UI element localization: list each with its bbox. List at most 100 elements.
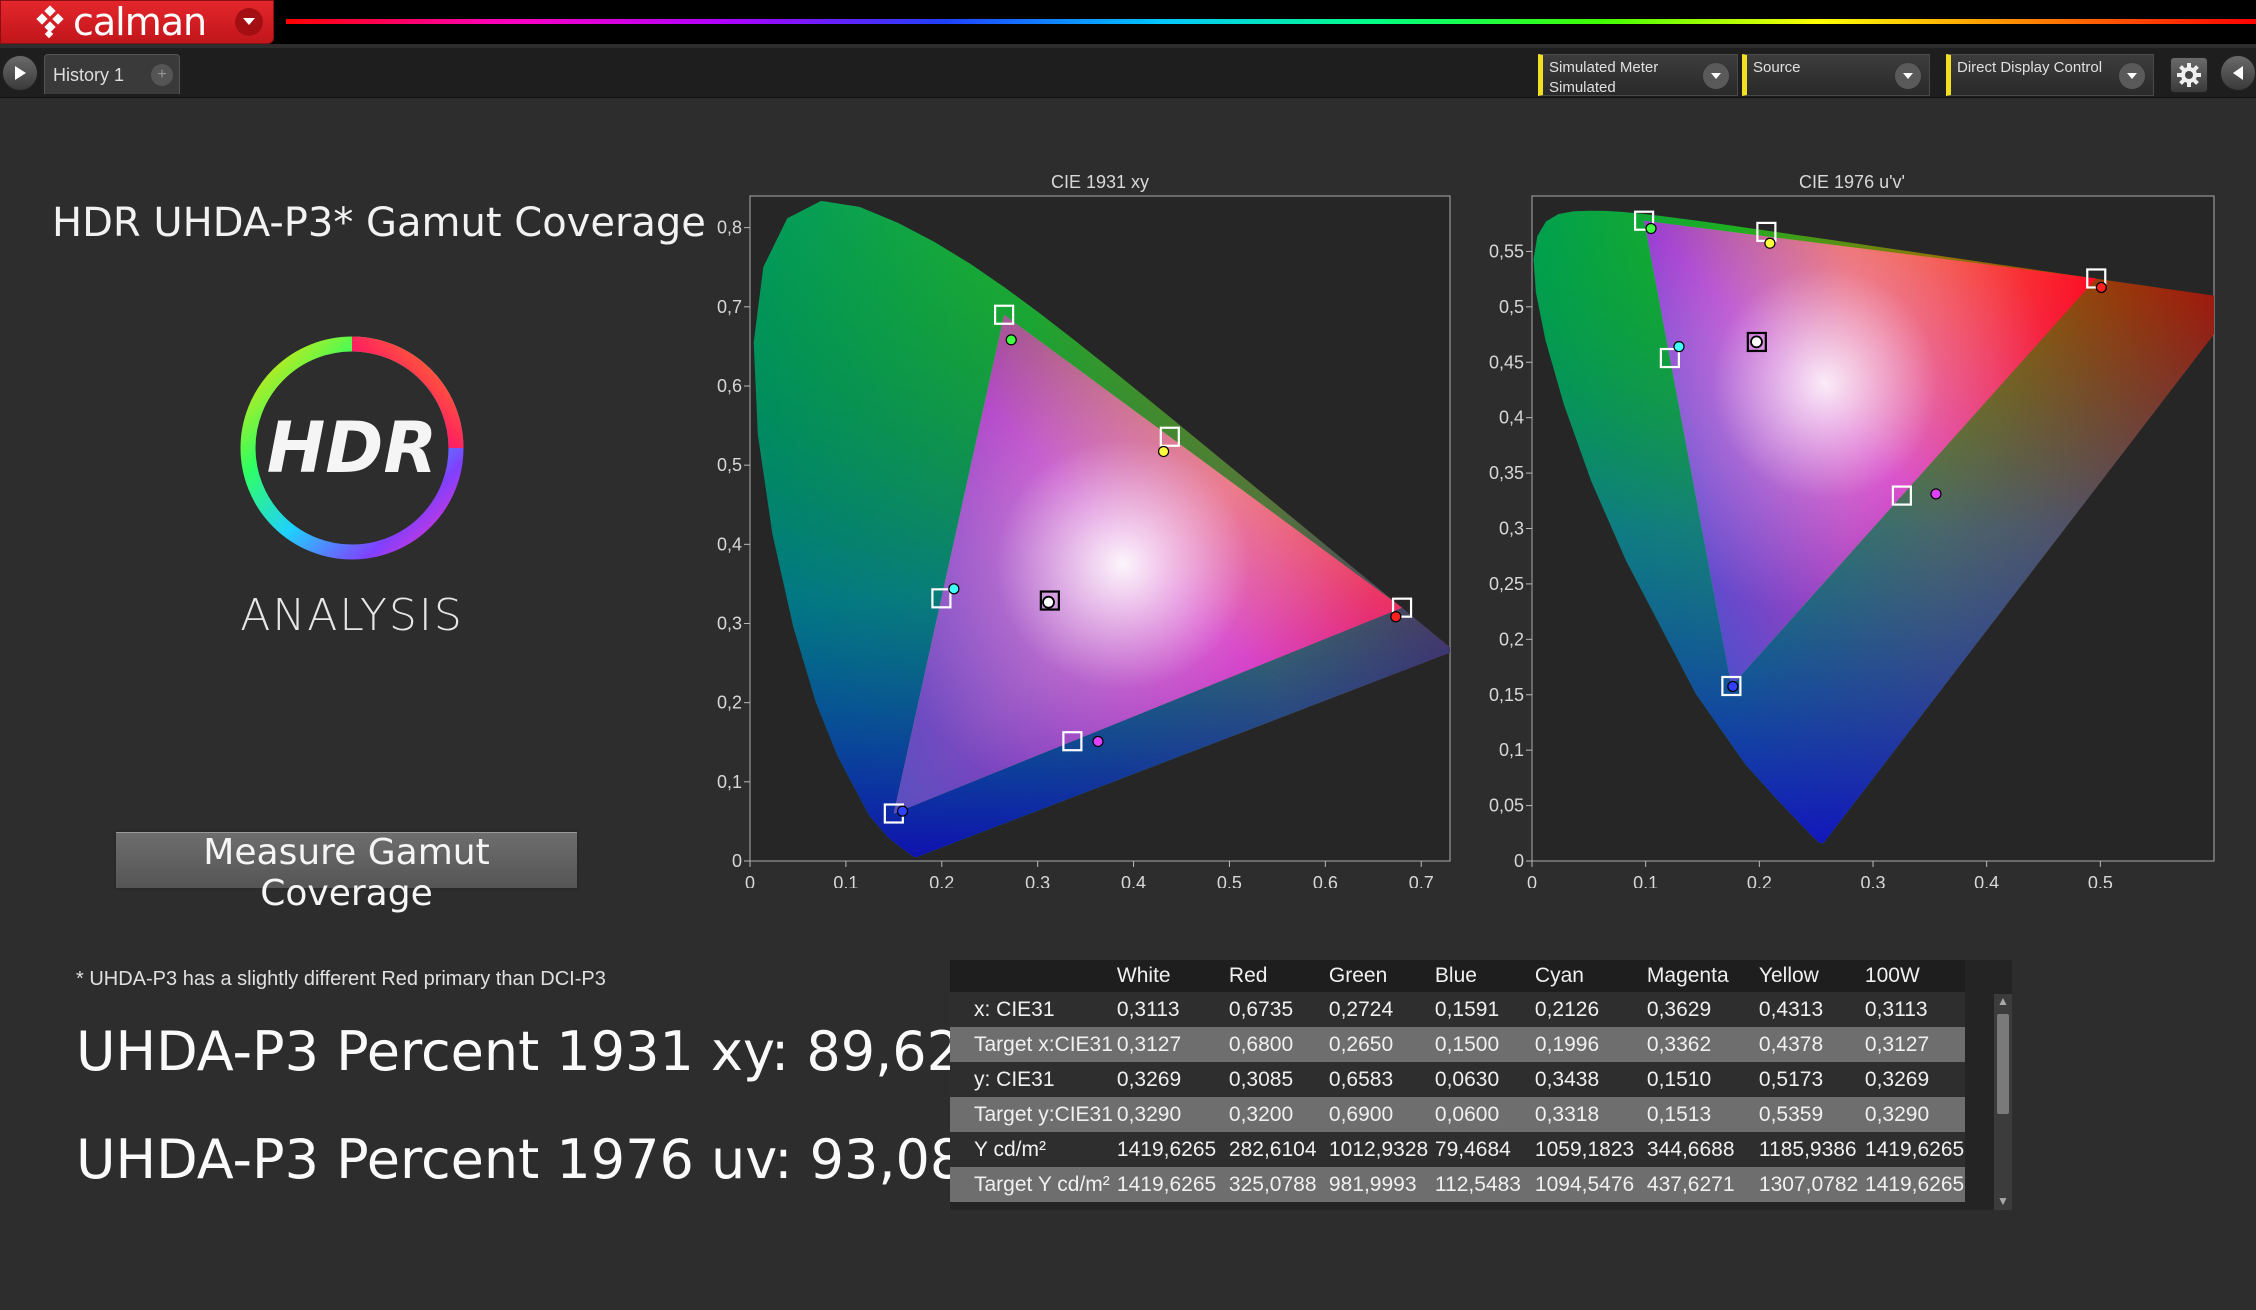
measured-red-marker: [1390, 611, 1402, 623]
settings-button[interactable]: [2170, 57, 2208, 93]
meter-dropdown[interactable]: Simulated Meter Simulated: [1538, 54, 1738, 96]
row-label: y: CIE31: [950, 1062, 1113, 1097]
table-cell: 1419,6265: [1112, 1132, 1225, 1167]
add-tab-button[interactable]: +: [151, 64, 173, 86]
hdr-logo-word: HDR: [267, 407, 438, 489]
row-label: Target Y cd/m²: [950, 1167, 1113, 1202]
table-cell: 0,6583: [1324, 1062, 1431, 1097]
table-cell: 0,3438: [1530, 1062, 1643, 1097]
table-cell: 79,4684: [1430, 1132, 1531, 1167]
y-tick-label: 0,7: [717, 297, 742, 317]
collapse-panel-button[interactable]: [2220, 55, 2256, 91]
chart-title: CIE 1931 xy: [1051, 172, 1149, 192]
y-tick-label: 0,55: [1489, 241, 1524, 261]
top-bar: calman: [0, 0, 2256, 44]
measured-yellow-marker: [1764, 237, 1776, 249]
table-row[interactable]: Target Y cd/m² 1419,6265 325,0788 981,9993 1…: [950, 1167, 1965, 1202]
chart-title: CIE 1976 u'v': [1799, 172, 1905, 192]
calman-menu-button[interactable]: calman: [0, 0, 274, 44]
tab-bar: History 1 + Simulated Meter Simulated So…: [0, 48, 2256, 98]
table-cell: 325,0788: [1224, 1167, 1325, 1202]
table-cell: 981,9993: [1324, 1167, 1431, 1202]
table-cell: 0,3290: [1860, 1097, 1965, 1132]
table-row[interactable]: Target y:CIE31 0,3290 0,3200 0,6900 0,0600 0,…: [950, 1097, 1965, 1132]
table-cell: 0,3113: [1860, 992, 1965, 1027]
y-tick-label: 0,2: [1499, 629, 1524, 649]
table-cell: 1419,6265: [1860, 1132, 1965, 1167]
measured-magenta-marker: [1930, 488, 1942, 500]
column-header-yellow: Yellow: [1754, 960, 1861, 992]
table-cell: 0,2724: [1324, 992, 1431, 1027]
table-cell: 0,1513: [1642, 1097, 1755, 1132]
rainbow-accent-bar: [286, 19, 2256, 24]
chevron-down-icon: [1895, 63, 1921, 89]
cie-1976-chart: 0 0,1 0,2 0,3 0,4 0,5 0 0,05 0,1 0,15 0,2 0,25 0,3 0,…: [1470, 168, 2230, 893]
gear-icon: [2177, 63, 2201, 87]
table-cell: 0,2650: [1324, 1027, 1431, 1062]
table-cell: 0,3269: [1860, 1062, 1965, 1097]
tab-label: History 1: [53, 65, 125, 85]
table-cell: 0,0600: [1430, 1097, 1531, 1132]
x-tick-label: 0,4: [1121, 873, 1146, 888]
cie-1931-chart: 0 0,1 0,2 0,3 0,4 0,5 0,6 0,7 0 0,1 0,2 0,3 0,4 0,5 0,…: [690, 168, 1460, 893]
x-tick-label: 0,2: [1747, 873, 1772, 888]
table-cell: 0,3085: [1224, 1062, 1325, 1097]
table-scrollbar[interactable]: ▲ ▼: [1994, 994, 2012, 1210]
y-tick-label: 0,2: [717, 693, 742, 713]
measured-white-marker: [1750, 335, 1763, 349]
chevron-left-icon: [2233, 66, 2243, 80]
table-row[interactable]: Y cd/m² 1419,6265 282,6104 1012,9328 79,4684…: [950, 1132, 1965, 1167]
tab-history-1[interactable]: History 1 +: [44, 54, 180, 94]
y-tick-label: 0,05: [1489, 796, 1524, 816]
analysis-label: ANALYSIS: [240, 590, 464, 641]
table-cell: 0,3290: [1112, 1097, 1225, 1132]
table-row[interactable]: y: CIE31 0,3269 0,3085 0,6583 0,0630 0,3438 0,…: [950, 1062, 1965, 1097]
y-tick-label: 0,4: [1499, 408, 1524, 428]
scrollbar-thumb[interactable]: [1997, 1014, 2009, 1114]
y-tick-label: 0,3: [1499, 519, 1524, 539]
scroll-down-icon[interactable]: ▼: [1994, 1194, 2012, 1210]
cie-1931-plot: 0 0,1 0,2 0,3 0,4 0,5 0,6 0,7 0 0,1 0,2 0,3 0,4 0,5 0,…: [717, 172, 1451, 893]
footnote: * UHDA-P3 has a slightly different Red p…: [76, 968, 606, 990]
measurement-grid: White Red Green Blue Cyan Magenta Yellow 100W x…: [950, 960, 1965, 1202]
table-cell: 0,1510: [1642, 1062, 1755, 1097]
measure-gamut-coverage-button[interactable]: Measure Gamut Coverage: [114, 830, 579, 914]
x-tick-label: 0,5: [2088, 873, 2113, 888]
table-cell: 0,6900: [1324, 1097, 1431, 1132]
table-cell: 1419,6265: [1860, 1167, 1965, 1202]
y-tick-label: 0,6: [717, 376, 742, 396]
table-cell: 0,1500: [1430, 1027, 1531, 1062]
column-header-white: White: [1112, 960, 1225, 992]
x-tick-label: 0: [745, 873, 755, 888]
y-tick-label: 0,15: [1489, 685, 1524, 705]
y-tick-label: 0,5: [717, 455, 742, 475]
source-dropdown[interactable]: Source: [1742, 54, 1930, 96]
table-cell: 0,4313: [1754, 992, 1861, 1027]
percent-1931-readout: UHDA-P3 Percent 1931 xy: 89,62%: [76, 1020, 1013, 1083]
column-header-red: Red: [1224, 960, 1325, 992]
chevron-down-icon[interactable]: [235, 8, 263, 36]
page-title: HDR UHDA-P3* Gamut Coverage: [52, 200, 706, 246]
table-row[interactable]: x: CIE31 0,3113 0,6735 0,2724 0,1591 0,2126 0,…: [950, 992, 1965, 1027]
y-tick-label: 0,25: [1489, 574, 1524, 594]
table-cell: 0,2126: [1530, 992, 1643, 1027]
play-button[interactable]: [2, 55, 38, 91]
y-tick-label: 0,4: [717, 534, 742, 554]
table-cell: 0,6735: [1224, 992, 1325, 1027]
x-tick-label: 0,3: [1025, 873, 1050, 888]
play-icon: [15, 66, 26, 80]
column-header-magenta: Magenta: [1642, 960, 1755, 992]
hdr-ring-icon: HDR: [240, 336, 464, 560]
scroll-up-icon[interactable]: ▲: [1994, 994, 2012, 1010]
table-row[interactable]: Target x:CIE31 0,3127 0,6800 0,2650 0,1500 0,…: [950, 1027, 1965, 1062]
row-header-column: [950, 960, 1113, 992]
row-label: Target y:CIE31: [950, 1097, 1113, 1132]
table-cell: 0,0630: [1430, 1062, 1531, 1097]
table-cell: 0,3200: [1224, 1097, 1325, 1132]
y-tick-label: 0,5: [1499, 297, 1524, 317]
percent-1976-readout: UHDA-P3 Percent 1976 uv: 93,08%: [76, 1128, 1016, 1191]
display-control-dropdown[interactable]: Direct Display Control: [1946, 54, 2154, 96]
table-cell: 1185,9386: [1754, 1132, 1861, 1167]
measurement-table[interactable]: White Red Green Blue Cyan Magenta Yellow 100W x…: [950, 960, 2012, 1210]
table-cell: 112,5483: [1430, 1167, 1531, 1202]
